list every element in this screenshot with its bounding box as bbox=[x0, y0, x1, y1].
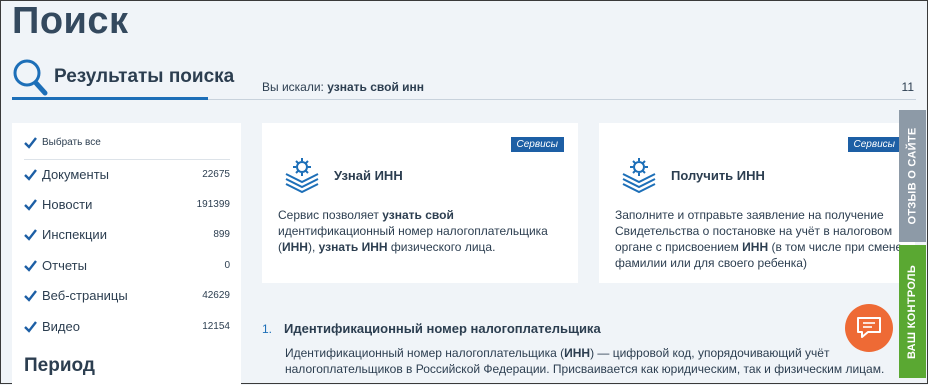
searched-prefix: Вы искали: bbox=[262, 80, 324, 94]
filter-web-pages[interactable]: Веб-страницы 42629 bbox=[24, 288, 230, 303]
period-heading: Период bbox=[24, 355, 95, 376]
gear-stack-icon bbox=[285, 158, 319, 194]
feedback-tab-label: ОТЗЫВ О САЙТЕ bbox=[906, 127, 919, 225]
filter-inspections[interactable]: Инспекции 899 bbox=[24, 227, 230, 242]
checkbox-checked-icon[interactable] bbox=[24, 229, 37, 241]
feedback-tab[interactable]: ОТЗЫВ О САЙТЕ bbox=[899, 110, 926, 242]
filter-label: Веб-страницы bbox=[42, 288, 128, 303]
filter-label: Новости bbox=[42, 197, 93, 212]
checkbox-checked-icon[interactable] bbox=[24, 199, 37, 211]
card-description: Сервис позволяет узнать свой идентификац… bbox=[278, 207, 568, 255]
desc-highlight: ИНН bbox=[742, 240, 769, 254]
card-description: Заполните и отправьте заявление на получ… bbox=[615, 207, 905, 271]
your-control-tab[interactable]: ВАШ КОНТРОЛЬ bbox=[899, 245, 926, 378]
results-heading: Результаты поиска bbox=[54, 66, 235, 87]
checkbox-checked-icon[interactable] bbox=[24, 321, 37, 333]
filter-count: 899 bbox=[213, 229, 230, 240]
checkbox-checked-icon[interactable] bbox=[24, 260, 37, 272]
desc-text: физического лица. bbox=[387, 240, 496, 254]
filter-video[interactable]: Видео 12154 bbox=[24, 319, 230, 334]
card-title[interactable]: Узнай ИНН bbox=[334, 168, 403, 183]
service-card-get-inn[interactable]: Сервисы Получить ИНН Заполните и отправь… bbox=[599, 123, 915, 283]
search-query[interactable]: узнать свой инн bbox=[327, 80, 424, 94]
card-title[interactable]: Получить ИНН bbox=[671, 168, 765, 183]
filter-count: 42629 bbox=[202, 290, 230, 301]
filter-count: 0 bbox=[224, 260, 230, 271]
page-title: Поиск bbox=[12, 0, 129, 42]
search-query-summary: Вы искали: узнать свой инн bbox=[262, 80, 424, 94]
service-card-find-inn[interactable]: Сервисы Узнай ИНН Сервис позволяет узнат… bbox=[262, 123, 578, 283]
select-all-checkbox[interactable]: Выбрать все bbox=[24, 137, 230, 149]
filter-count: 22675 bbox=[202, 169, 230, 180]
results-header: Результаты поиска bbox=[12, 58, 234, 96]
results-count: 11 bbox=[901, 80, 914, 94]
result-snippet: Идентификационный номер налогоплательщик… bbox=[285, 345, 897, 377]
filter-label: Отчеты bbox=[42, 258, 87, 273]
filter-news[interactable]: Новости 191399 bbox=[24, 197, 230, 212]
desc-highlight: узнать свой bbox=[382, 208, 454, 222]
results-underline bbox=[12, 97, 208, 100]
filter-documents[interactable]: Документы 22675 bbox=[24, 167, 230, 182]
result-number: 1. bbox=[262, 322, 273, 336]
snippet-highlight: ИНН bbox=[564, 346, 591, 360]
desc-highlight: узнать ИНН bbox=[318, 240, 388, 254]
filter-label: Видео bbox=[42, 319, 80, 334]
desc-text: Сервис позволяет bbox=[278, 208, 383, 222]
gear-stack-icon bbox=[622, 158, 656, 194]
desc-text: ), bbox=[307, 240, 319, 254]
results-divider bbox=[208, 99, 916, 100]
services-badge[interactable]: Сервисы bbox=[847, 137, 901, 152]
checkbox-checked-icon[interactable] bbox=[24, 137, 37, 149]
filter-count: 191399 bbox=[196, 199, 230, 210]
filter-sidebar: Выбрать все Документы 22675 Новости 1913… bbox=[12, 123, 241, 385]
chat-icon bbox=[857, 317, 881, 338]
services-badge[interactable]: Сервисы bbox=[510, 137, 564, 152]
checkbox-checked-icon[interactable] bbox=[24, 169, 37, 181]
filter-count: 12154 bbox=[202, 321, 230, 332]
control-tab-label: ВАШ КОНТРОЛЬ bbox=[906, 264, 919, 359]
filter-label: Инспекции bbox=[42, 227, 107, 242]
result-title-link[interactable]: Идентификационный номер налогоплательщик… bbox=[284, 321, 601, 336]
select-all-label: Выбрать все bbox=[42, 137, 101, 148]
chat-button[interactable] bbox=[845, 304, 893, 352]
filter-reports[interactable]: Отчеты 0 bbox=[24, 258, 230, 273]
search-icon bbox=[13, 59, 48, 96]
snippet-text: Идентификационный номер налогоплательщик… bbox=[285, 346, 565, 360]
checkbox-checked-icon[interactable] bbox=[24, 290, 37, 302]
filter-label: Документы bbox=[42, 167, 110, 182]
desc-highlight: ИНН bbox=[282, 240, 308, 254]
sidebar-divider bbox=[24, 159, 230, 160]
